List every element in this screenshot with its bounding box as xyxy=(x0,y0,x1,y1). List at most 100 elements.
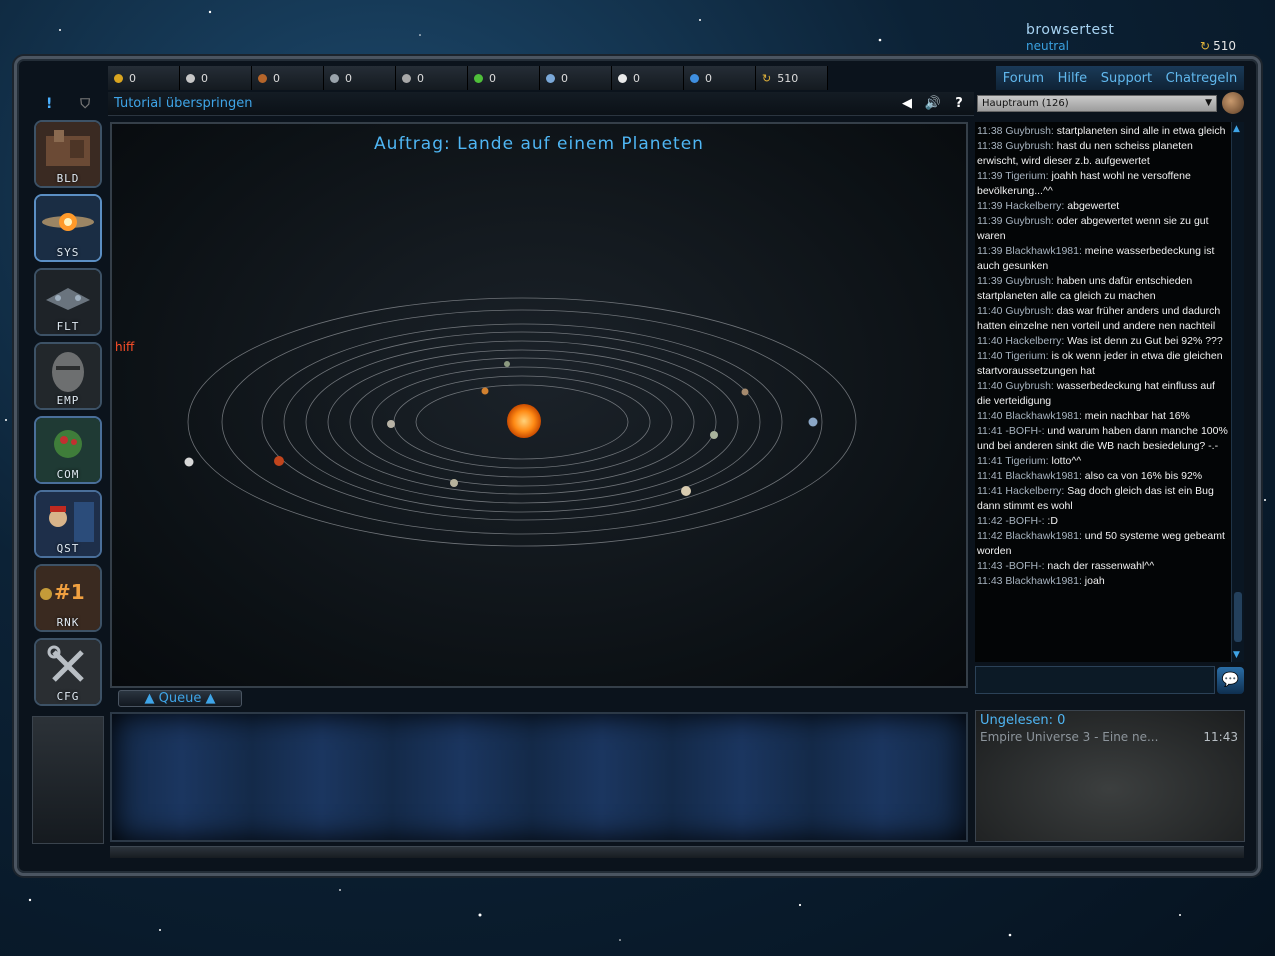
resource-credits[interactable]: ↻ 510 xyxy=(756,66,828,90)
side-navigation: BLD SYS FLT EMP COM QST #1 RNK CFG xyxy=(32,120,104,712)
credits-icon: ↻ xyxy=(762,71,772,85)
speaker-icon: 🔊 xyxy=(924,96,942,111)
mission-marker-label: hiff xyxy=(115,340,135,354)
resource-gold[interactable]: 0 xyxy=(108,66,180,90)
alloy-icon xyxy=(402,73,411,83)
resource-copper[interactable]: 0 xyxy=(252,66,324,90)
nav-communication-button[interactable]: COM xyxy=(34,416,102,484)
alert-icon[interactable]: ! xyxy=(46,96,52,112)
chat-message: 11:43 -BOFH-: nach der rassenwahl^^ xyxy=(977,560,1155,572)
chat-message: 11:41 -BOFH-: und warum haben dann manch… xyxy=(977,425,1228,452)
resource-metal[interactable]: 0 xyxy=(324,66,396,90)
resource-energy[interactable]: 0 xyxy=(684,66,756,90)
chat-message: 11:38 Guybrush: hast du nen scheiss plan… xyxy=(977,140,1193,167)
nav-config-button[interactable]: CFG xyxy=(34,638,102,706)
help-button[interactable]: ? xyxy=(948,94,970,114)
chat-message: 11:39 Tigerium: joahh hast wohl ne verso… xyxy=(977,170,1191,197)
solar-system-view[interactable]: Auftrag: Lande auf einem Planeten xyxy=(110,122,968,688)
chat-input[interactable] xyxy=(975,666,1215,694)
nav-quests-button[interactable]: QST xyxy=(34,490,102,558)
planet-10[interactable] xyxy=(184,457,194,467)
messages-panel: Ungelesen: 0 Empire Universe 3 - Eine ne… xyxy=(975,710,1245,842)
shield-icon[interactable]: ⛉ xyxy=(80,97,90,112)
nav-empire-button[interactable]: EMP xyxy=(34,342,102,410)
solar-system-map[interactable] xyxy=(112,124,966,686)
planet-5[interactable] xyxy=(741,388,749,396)
rank-badge: #1 xyxy=(54,580,85,604)
planet-2[interactable] xyxy=(504,361,510,367)
chat-message: 11:40 Guybrush: das war früher anders un… xyxy=(977,305,1221,332)
planet-9[interactable] xyxy=(808,417,818,427)
planet-3[interactable] xyxy=(387,420,395,428)
nav-buildings-button[interactable]: BLD xyxy=(34,120,102,188)
nav-fleet-button[interactable]: FLT xyxy=(34,268,102,336)
unread-count[interactable]: Ungelesen: 0 xyxy=(980,713,1065,728)
side-top-icons: ! ⛉ xyxy=(32,92,104,116)
credits-icon: ↻ xyxy=(1200,39,1211,53)
support-link[interactable]: Support xyxy=(1101,71,1152,86)
resource-gem[interactable]: 0 xyxy=(540,66,612,90)
planet-1[interactable] xyxy=(481,387,489,395)
chat-message: 11:40 Blackhawk1981: mein nachbar hat 16… xyxy=(977,410,1190,422)
chat-room-select[interactable]: Hauptraum (126) ▼ xyxy=(977,95,1217,112)
resource-bar: 0 0 0 0 0 0 0 0 0 ↻ 510 xyxy=(108,66,994,90)
message-item[interactable]: Empire Universe 3 - Eine ne... 11:43 xyxy=(980,730,1240,744)
water-icon xyxy=(618,73,627,83)
chevron-down-icon: ▼ xyxy=(1205,98,1212,108)
skip-tutorial-link[interactable]: Tutorial überspringen xyxy=(114,96,252,111)
side-bottom-panel xyxy=(32,716,104,844)
user-credits: ↻ 510 xyxy=(1200,39,1236,53)
planet-7[interactable] xyxy=(274,456,284,466)
chat-log: 11:38 Guybrush: startplaneten sind alle … xyxy=(975,122,1231,662)
plant-icon xyxy=(474,73,483,83)
crystal-icon xyxy=(186,73,195,83)
toolbar: Tutorial überspringen ◀ 🔊 ? xyxy=(108,92,974,116)
message-subject: Empire Universe 3 - Eine ne... xyxy=(980,730,1159,744)
scrollbar-thumb[interactable] xyxy=(1234,592,1242,642)
chat-message: 11:39 Guybrush: oder abgewertet wenn sie… xyxy=(977,215,1209,242)
chat-room-label: Hauptraum (126) xyxy=(982,98,1069,109)
resource-crystal[interactable]: 0 xyxy=(180,66,252,90)
chat-message: 11:42 -BOFH-: :D xyxy=(977,515,1058,527)
sun-icon[interactable] xyxy=(507,404,541,438)
username[interactable]: browsertest xyxy=(1026,22,1246,38)
gem-icon xyxy=(546,73,555,83)
chat-message: 11:41 Tigerium: lotto^^ xyxy=(977,455,1082,467)
gold-ore-icon xyxy=(114,73,123,83)
nav-ranking-button[interactable]: #1 RNK xyxy=(34,564,102,632)
chat-message: 11:41 Blackhawk1981: also ca von 16% bis… xyxy=(977,470,1203,482)
queue-toggle-button[interactable]: ▲ Queue ▲ xyxy=(118,690,242,707)
avatar[interactable] xyxy=(1222,92,1244,114)
speech-bubble-icon: 💬 xyxy=(1221,672,1240,688)
planet-4[interactable] xyxy=(710,431,718,439)
chat-rules-link[interactable]: Chatregeln xyxy=(1166,71,1238,86)
forum-link[interactable]: Forum xyxy=(1003,71,1044,86)
chat-message: 11:41 Hackelberry: Sag doch gleich das i… xyxy=(977,485,1214,512)
chat-message: 11:39 Guybrush: haben uns dafür entschie… xyxy=(977,275,1193,302)
back-button[interactable]: ◀ xyxy=(896,94,918,114)
message-time: 11:43 xyxy=(1203,730,1238,744)
queue-panel xyxy=(110,712,968,842)
planet-6[interactable] xyxy=(450,479,458,487)
planet-8[interactable] xyxy=(681,486,691,496)
chat-message: 11:43 Blackhawk1981: joah xyxy=(977,575,1105,587)
chat-message: 11:40 Guybrush: wasserbedeckung hat einf… xyxy=(977,380,1215,407)
scroll-up-icon[interactable]: ▲ xyxy=(1233,124,1240,134)
scroll-down-icon[interactable]: ▼ xyxy=(1233,650,1240,660)
chat-scrollbar[interactable]: ▲ ▼ xyxy=(1231,122,1244,662)
chat-message: 11:39 Hackelberry: abgewertet xyxy=(977,200,1120,212)
nav-system-button[interactable]: SYS xyxy=(34,194,102,262)
chat-message: 11:40 Hackelberry: Was ist denn zu Gut b… xyxy=(977,335,1223,347)
resource-plant[interactable]: 0 xyxy=(468,66,540,90)
resource-alloy[interactable]: 0 xyxy=(396,66,468,90)
chat-message: 11:38 Guybrush: startplaneten sind alle … xyxy=(977,125,1226,137)
chat-message: 11:39 Blackhawk1981: meine wasserbedecku… xyxy=(977,245,1215,272)
bottom-frame-strip xyxy=(110,846,1244,858)
sound-button[interactable]: 🔊 xyxy=(922,94,944,114)
metal-icon xyxy=(330,73,339,83)
copper-ore-icon xyxy=(258,73,267,83)
resource-water[interactable]: 0 xyxy=(612,66,684,90)
send-message-button[interactable]: 💬 xyxy=(1217,667,1244,694)
energy-icon xyxy=(690,73,699,83)
help-link[interactable]: Hilfe xyxy=(1058,71,1088,86)
